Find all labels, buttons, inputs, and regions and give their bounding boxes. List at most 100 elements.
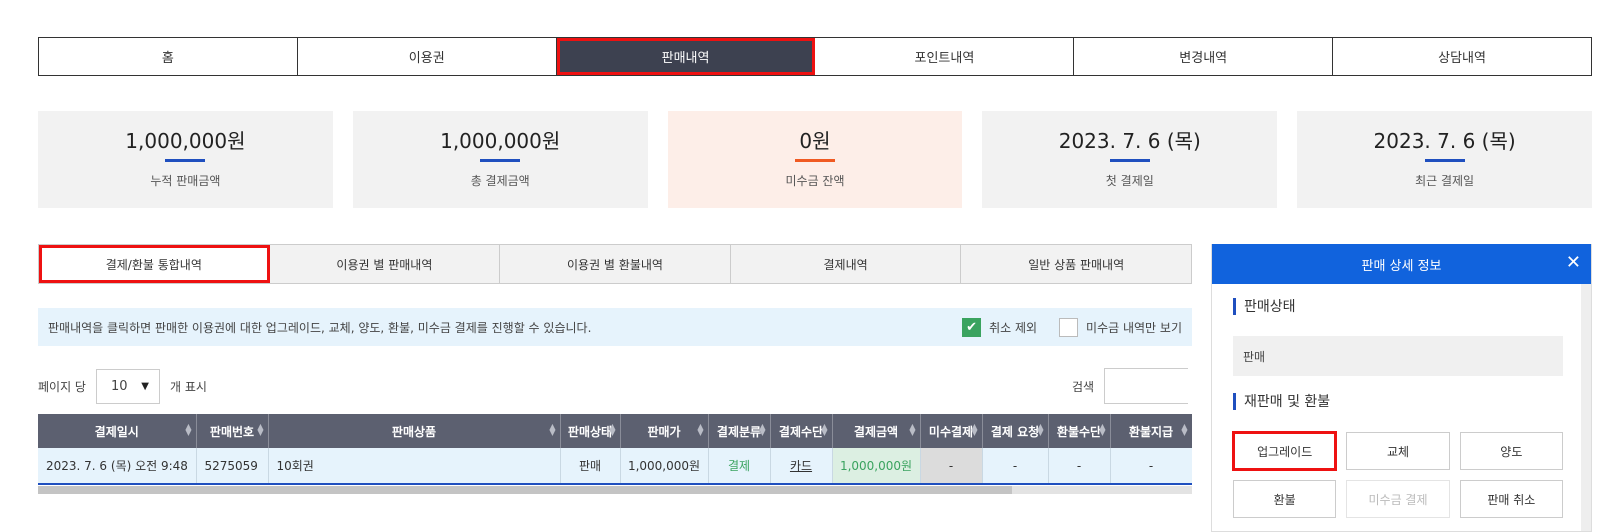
col-header-refund-paid[interactable]: 환불지급 ▲ ▼ xyxy=(1110,414,1192,448)
sort-icon: ▲ ▼ xyxy=(1099,422,1106,437)
search-label: 검색 xyxy=(1072,379,1095,394)
sort-icon: ▲ ▼ xyxy=(697,422,704,437)
col-header-payment-type[interactable]: 결제분류 ▲ ▼ xyxy=(708,414,771,448)
page-size-prefix: 페이지 당 xyxy=(38,379,86,394)
sort-icon: ▲ ▼ xyxy=(185,422,192,437)
actions-section-title: 재판매 및 환불 xyxy=(1244,394,1331,410)
sale-detail-panel: 판매 상세 정보 ✕ 판매상태 판매 재판매 및 환불 업그레이드 교체 양도 … xyxy=(1211,244,1592,532)
summary-divider xyxy=(480,159,521,162)
summary-card-total-payment: 1,000,000원 총 결제금액 xyxy=(352,111,648,208)
col-header-refund-method[interactable]: 환불수단 ▲ ▼ xyxy=(1048,414,1111,448)
summary-label: 미수금 잔액 xyxy=(785,174,845,188)
col-header-payment-method[interactable]: 결제수단 ▲ ▼ xyxy=(770,414,833,448)
summary-divider xyxy=(1109,159,1150,162)
tab-sales-history[interactable]: 판매내역 xyxy=(556,38,816,75)
scrollbar-thumb[interactable] xyxy=(38,486,1012,494)
cell-payment-amount: 1,000,000원 xyxy=(832,448,921,485)
exclude-cancel-checkbox[interactable]: ✔ xyxy=(962,317,982,337)
chevron-down-icon: ▼ xyxy=(141,380,149,392)
exchange-button[interactable]: 교체 xyxy=(1346,432,1450,470)
status-section-heading: 판매상태 xyxy=(1233,296,1296,316)
actions-section-heading: 재판매 및 환불 xyxy=(1233,391,1330,411)
summary-value: 1,000,000원 xyxy=(125,129,246,153)
col-header-paid-at[interactable]: 결제일시 ▲ ▼ xyxy=(38,414,197,448)
col-header-payment-amount[interactable]: 결제금액 ▲ ▼ xyxy=(832,414,921,448)
sort-icon: ▲ ▼ xyxy=(821,422,828,437)
col-header-payment-request[interactable]: 결제 요청 ▲ ▼ xyxy=(982,414,1049,448)
cell-price: 1,000,000원 xyxy=(620,448,709,485)
status-section-title: 판매상태 xyxy=(1244,299,1296,315)
summary-value: 1,000,000원 xyxy=(440,129,561,153)
cell-sale-status: 판매 xyxy=(560,448,621,485)
summary-card-unpaid-balance: 0원 미수금 잔액 xyxy=(667,111,963,208)
subtab-payments[interactable]: 결제내역 xyxy=(731,245,962,283)
info-bar: 판매내역을 클릭하면 판매한 이용권에 대한 업그레이드, 교체, 양도, 환불… xyxy=(38,308,1192,346)
action-buttons: 업그레이드 교체 양도 환불 미수금 결제 판매 취소 xyxy=(1231,431,1563,518)
sort-icon: ▲ ▼ xyxy=(1037,422,1044,437)
subtab-general-products[interactable]: 일반 상품 판매내역 xyxy=(961,245,1191,283)
sales-table-container: 결제일시 ▲ ▼ 판매번호 ▲ ▼ 판매상품 ▲ ▼ 판매상태 ▲ ▼ 판매가 ▲ ▼ 결제분류 ▲ ▼… xyxy=(38,414,1192,496)
summary-label: 첫 결제일 xyxy=(1105,174,1154,188)
search-input[interactable] xyxy=(1104,368,1189,404)
panel-scrollbar[interactable] xyxy=(1581,284,1591,531)
subtab-payment-refund[interactable]: 결제/환불 통합내역 xyxy=(39,245,270,283)
info-message: 판매내역을 클릭하면 판매한 이용권에 대한 업그레이드, 교체, 양도, 환불… xyxy=(48,320,592,335)
summary-label: 총 결제금액 xyxy=(470,174,530,188)
panel-header: 판매 상세 정보 ✕ xyxy=(1212,244,1591,284)
search-area: 검색 xyxy=(1072,368,1189,404)
col-header-sale-no[interactable]: 판매번호 ▲ ▼ xyxy=(196,414,269,448)
sub-tabs: 결제/환불 통합내역 이용권 별 판매내역 이용권 별 환불내역 결제내역 일반… xyxy=(38,244,1192,284)
summary-cards: 1,000,000원 누적 판매금액 1,000,000원 총 결제금액 0원 … xyxy=(38,111,1592,208)
page-size-select[interactable]: 10 ▼ xyxy=(95,368,160,404)
page-size-suffix: 개 표시 xyxy=(169,379,207,394)
col-header-unpaid-payment[interactable]: 미수결제 ▲ ▼ xyxy=(920,414,983,448)
col-header-sale-status[interactable]: 판매상태 ▲ ▼ xyxy=(560,414,621,448)
summary-divider xyxy=(794,159,835,162)
close-icon[interactable]: ✕ xyxy=(1566,252,1581,273)
table-row[interactable]: 2023. 7. 6 (목) 오전 9:48 5275059 10회권 판매 1… xyxy=(38,448,1192,485)
table-horizontal-scrollbar[interactable] xyxy=(38,486,1192,494)
subtab-sales-by-pass[interactable]: 이용권 별 판매내역 xyxy=(270,245,501,283)
cell-product: 10회권 xyxy=(268,448,561,485)
sort-icon: ▲ ▼ xyxy=(971,422,978,437)
col-header-product[interactable]: 판매상품 ▲ ▼ xyxy=(268,414,561,448)
summary-card-last-payment: 2023. 7. 6 (목) 최근 결제일 xyxy=(1297,111,1592,208)
page-size-control: 페이지 당 10 ▼ 개 표시 xyxy=(38,368,207,404)
summary-divider xyxy=(1424,159,1465,162)
sale-status-text: 판매 xyxy=(1243,349,1266,364)
summary-divider xyxy=(165,159,206,162)
summary-card-first-payment: 2023. 7. 6 (목) 첫 결제일 xyxy=(982,111,1278,208)
top-nav: 홈 이용권 판매내역 포인트내역 변경내역 상담내역 xyxy=(38,37,1592,76)
tab-change-history[interactable]: 변경내역 xyxy=(1074,38,1334,75)
check-icon: ✔ xyxy=(966,319,978,335)
table-header-row: 결제일시 ▲ ▼ 판매번호 ▲ ▼ 판매상품 ▲ ▼ 판매상태 ▲ ▼ 판매가 ▲ ▼ 결제분류 ▲ ▼… xyxy=(38,414,1192,448)
cell-payment-method-link[interactable]: 카드 xyxy=(770,448,833,485)
unpaid-only-label: 미수금 내역만 보기 xyxy=(1086,320,1182,335)
tab-home[interactable]: 홈 xyxy=(39,38,298,75)
exclude-cancel-label: 취소 제외 xyxy=(989,320,1038,335)
section-marker xyxy=(1233,392,1236,410)
filter-options: ✔ 취소 제외 미수금 내역만 보기 xyxy=(962,317,1192,337)
upgrade-button[interactable]: 업그레이드 xyxy=(1231,431,1338,471)
page-size-value: 10 xyxy=(110,378,128,394)
transfer-button[interactable]: 양도 xyxy=(1459,432,1563,470)
refund-button[interactable]: 환불 xyxy=(1233,480,1337,518)
unpaid-only-checkbox[interactable] xyxy=(1059,317,1079,337)
unpaid-payment-button[interactable]: 미수금 결제 xyxy=(1346,480,1450,518)
tab-passes[interactable]: 이용권 xyxy=(297,38,557,75)
tab-consult-history[interactable]: 상담내역 xyxy=(1333,38,1591,75)
tab-point-history[interactable]: 포인트내역 xyxy=(815,38,1075,75)
summary-label: 최근 결제일 xyxy=(1415,174,1475,188)
cell-refund-paid: - xyxy=(1110,448,1192,485)
sale-status-value: 판매 xyxy=(1233,336,1563,376)
summary-label: 누적 판매금액 xyxy=(150,174,221,188)
summary-card-cumulative-sales: 1,000,000원 누적 판매금액 xyxy=(38,111,333,208)
cell-unpaid-payment: - xyxy=(920,448,983,485)
cell-sale-no: 5275059 xyxy=(196,448,269,485)
summary-value: 2023. 7. 6 (목) xyxy=(1058,129,1201,153)
sort-icon: ▲ ▼ xyxy=(257,422,264,437)
subtab-refunds-by-pass[interactable]: 이용권 별 환불내역 xyxy=(500,245,731,283)
col-header-price[interactable]: 판매가 ▲ ▼ xyxy=(620,414,709,448)
cancel-sale-button[interactable]: 판매 취소 xyxy=(1459,480,1563,518)
cell-paid-at: 2023. 7. 6 (목) 오전 9:48 xyxy=(38,448,197,485)
